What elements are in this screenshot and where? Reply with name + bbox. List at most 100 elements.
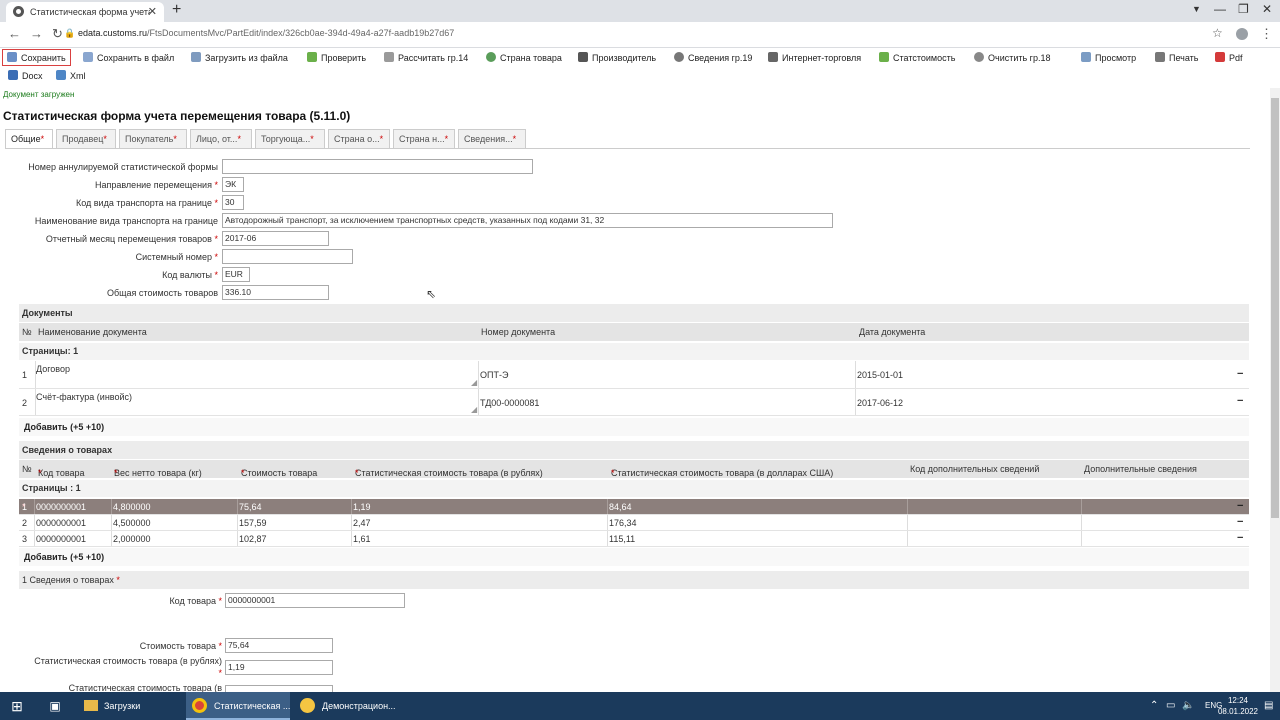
remove-row-icon[interactable]: − (1237, 516, 1243, 528)
remove-row-icon[interactable]: − (1237, 532, 1243, 544)
table-row-selected[interactable]: 1 * 0000000001 4,800000 75,64 1,19 84,64 … (19, 499, 1249, 515)
powershell-icon[interactable]: ▣ (38, 692, 72, 720)
goods-weight-cell[interactable]: 4,500000 (113, 518, 151, 528)
table-row[interactable]: 3 0000000001 2,000000 102,87 1,61 115,11… (19, 531, 1249, 547)
goods-stat-usd-cell[interactable]: 115,11 (609, 534, 635, 544)
goods-stat-rub-cell[interactable]: 1,61 (353, 534, 371, 544)
preview-button[interactable]: Просмотр (1081, 50, 1136, 66)
docx-button[interactable]: Docx (8, 68, 43, 84)
maximize-icon[interactable]: ❐ (1238, 2, 1249, 16)
statcost-button[interactable]: Статстоимость (879, 50, 955, 66)
tab-search-icon[interactable]: ▼ (1192, 4, 1201, 14)
goods-code-cell[interactable]: 0000000001 (36, 518, 86, 528)
sysnum-label: Системный номер * (136, 252, 218, 262)
documents-add-button[interactable]: Добавить (+5 +10) (19, 418, 1249, 436)
calc-button[interactable]: Рассчитать гр.14 (384, 50, 468, 66)
close-tab-icon[interactable]: ✕ (148, 5, 157, 18)
goods-stat-rub-cell[interactable]: 1,19 (353, 502, 371, 512)
clear18-button[interactable]: Очистить гр.18 (974, 50, 1050, 66)
goods-weight-cell[interactable]: 2,000000 (113, 534, 151, 544)
minimize-icon[interactable]: — (1214, 2, 1226, 16)
xml-button[interactable]: Xml (56, 68, 86, 84)
doc-name-cell[interactable]: Договор (36, 364, 70, 374)
detail-stat-rub-input[interactable]: 1,19 (225, 660, 333, 675)
new-tab-button[interactable]: + (172, 1, 181, 19)
check-button[interactable]: Проверить (307, 50, 366, 66)
doc-date-cell[interactable]: 2015-01-01 (857, 370, 903, 380)
goods-cost-cell[interactable]: 102,87 (239, 534, 267, 544)
tray-volume-icon[interactable]: 🔈 (1182, 692, 1194, 720)
month-input[interactable]: 2017-06 (222, 231, 329, 246)
tab-person[interactable]: Лицо, от...* (190, 129, 252, 149)
annul-input[interactable] (222, 159, 533, 174)
save-to-file-button[interactable]: Сохранить в файл (83, 50, 174, 66)
taskbar-chrome[interactable]: Статистическая ... (186, 692, 290, 720)
window-close-icon[interactable]: ✕ (1262, 2, 1272, 16)
currency-input[interactable]: EUR (222, 267, 250, 282)
producer-button[interactable]: Производитель (578, 50, 656, 66)
goods-cost-cell[interactable]: 75,64 (239, 502, 262, 512)
save-button[interactable]: Сохранить (2, 49, 71, 66)
back-icon[interactable]: ← (8, 26, 21, 41)
total-input[interactable]: 336.10 (222, 285, 329, 300)
table-row[interactable]: 2 Счёт-фактура (инвойс) ◢ ТД00-0000081 2… (19, 389, 1249, 416)
tab-buyer[interactable]: Покупатель* (119, 129, 187, 149)
transport-name-input[interactable]: Автодорожный транспорт, за исключением т… (222, 213, 833, 228)
remove-row-icon[interactable]: − (1237, 395, 1243, 407)
country-button[interactable]: Страна товара (486, 50, 562, 66)
notifications-icon[interactable]: ▤ (1264, 692, 1273, 720)
forward-icon[interactable]: → (30, 26, 43, 41)
doc-number-cell[interactable]: ОПТ-Э (480, 370, 508, 380)
remove-row-icon[interactable]: − (1237, 368, 1243, 380)
detail-stat-usd-input[interactable] (225, 685, 333, 692)
taskbar-1c[interactable]: Демонстрацион... (294, 692, 398, 720)
goods-stat-usd-cell[interactable]: 84,64 (609, 502, 632, 512)
doc-number-cell[interactable]: ТД00-0000081 (480, 398, 539, 408)
tray-clock[interactable]: 12:24 08.01.2022 (1218, 695, 1258, 717)
tab-seller[interactable]: Продавец* (56, 129, 116, 149)
menu-kebab-icon[interactable]: ⋮ (1260, 26, 1273, 42)
internet-trade-button[interactable]: Интернет-торговля (768, 50, 861, 66)
remove-row-icon[interactable]: − (1237, 500, 1243, 512)
tray-network-icon[interactable]: ▭ (1166, 692, 1175, 720)
bookmark-star-icon[interactable]: ☆ (1212, 26, 1223, 40)
tab-info[interactable]: Сведения...* (458, 129, 526, 149)
lock-icon[interactable]: 🔒 (64, 28, 75, 39)
tab-country-origin[interactable]: Страна о...* (328, 129, 390, 149)
pdf-button[interactable]: Pdf (1215, 50, 1243, 66)
transport-code-input[interactable]: 30 (222, 195, 244, 210)
direction-input[interactable]: ЭК (222, 177, 244, 192)
goods-add-button[interactable]: Добавить (+5 +10) (19, 548, 1249, 566)
goods-code-cell[interactable]: 0000000001 (36, 534, 86, 544)
reload-icon[interactable]: ↻ (52, 26, 63, 42)
load-from-file-button[interactable]: Загрузить из файла (191, 50, 288, 66)
print-button[interactable]: Печать (1155, 50, 1198, 66)
goods-stat-rub-cell[interactable]: 2,47 (353, 518, 371, 528)
goods-cost-cell[interactable]: 157,59 (239, 518, 267, 528)
docx-icon (8, 70, 18, 80)
sysnum-input[interactable] (222, 249, 353, 264)
tab-country-dest[interactable]: Страна н...* (393, 129, 455, 149)
table-row[interactable]: 1 Договор ◢ ОПТ-Э 2015-01-01 − (19, 361, 1249, 389)
table-row[interactable]: 2 0000000001 4,500000 157,59 2,47 176,34… (19, 515, 1249, 531)
url-field[interactable]: edata.customs.ru/FtsDocumentsMvc/PartEdi… (78, 28, 454, 38)
tab-general[interactable]: Общие* (5, 129, 53, 149)
resize-handle-icon[interactable]: ◢ (471, 405, 477, 414)
browser-tab[interactable]: Статистическая форма учета п... ✕ (6, 2, 164, 22)
tab-trading[interactable]: Торгующа...* (255, 129, 325, 149)
doc-name-cell[interactable]: Счёт-фактура (инвойс) (36, 392, 132, 402)
goods-stat-usd-cell[interactable]: 176,34 (609, 518, 637, 528)
resize-handle-icon[interactable]: ◢ (471, 378, 477, 387)
info19-button[interactable]: Сведения гр.19 (674, 50, 752, 66)
scrollbar-thumb[interactable] (1271, 98, 1279, 518)
detail-cost-input[interactable]: 75,64 (225, 638, 333, 653)
profile-avatar-icon[interactable] (1236, 28, 1248, 40)
windows-start-icon[interactable]: ⊞ (0, 692, 34, 720)
tray-up-arrow-icon[interactable]: ⌃ (1150, 692, 1158, 720)
detail-code-input[interactable]: 0000000001 (225, 593, 405, 608)
goods-code-cell[interactable]: 0000000001 (36, 502, 86, 512)
page-scrollbar[interactable] (1270, 88, 1280, 692)
goods-weight-cell[interactable]: 4,800000 (113, 502, 151, 512)
taskbar-downloads[interactable]: Загрузки (78, 692, 182, 720)
doc-date-cell[interactable]: 2017-06-12 (857, 398, 903, 408)
